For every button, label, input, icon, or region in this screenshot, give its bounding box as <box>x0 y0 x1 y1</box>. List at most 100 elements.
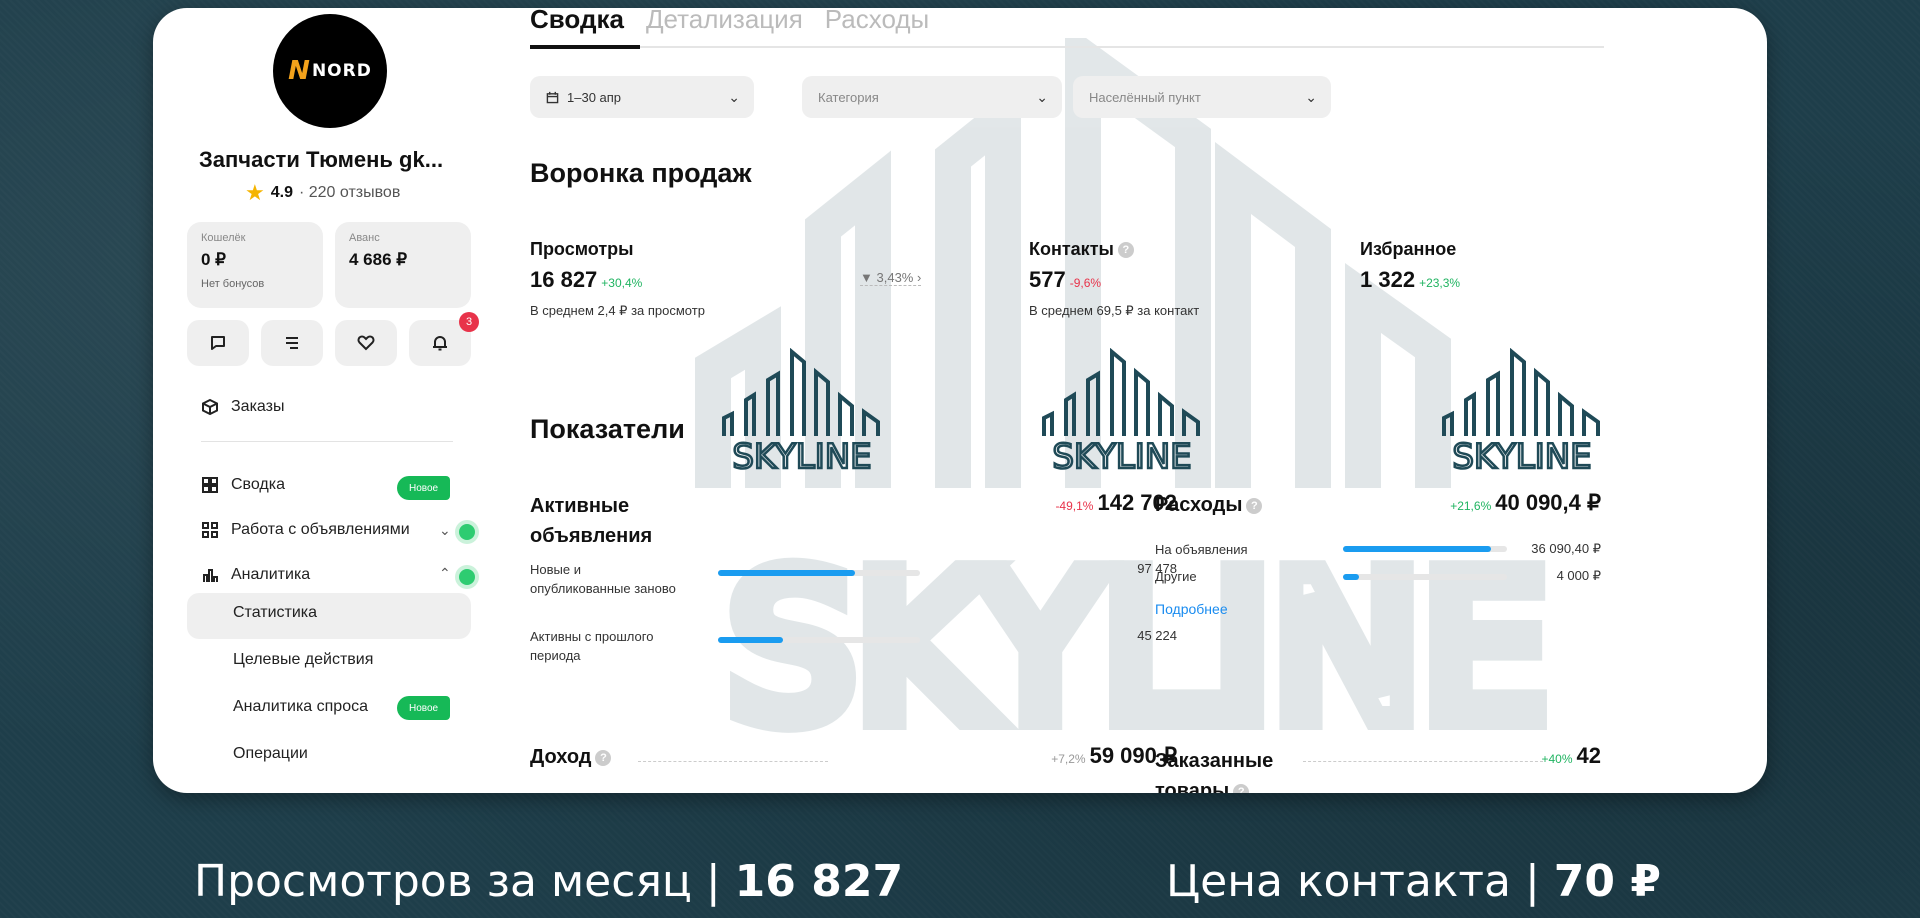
wallet-value: 0 ₽ <box>201 250 226 269</box>
category-filter-placeholder: Категория <box>818 89 879 105</box>
shop-name[interactable]: Запчасти Тюмень gk... <box>199 147 443 173</box>
watermark-skyline-text: SKYLINE <box>1452 437 1591 470</box>
expenses-row-other-bar <box>1343 574 1507 580</box>
favorites-number: 1 322 <box>1360 267 1416 292</box>
notifications-badge: 3 <box>459 312 479 332</box>
wallet-tile[interactable]: Кошелёк 0 ₽ Нет бонусов <box>187 222 323 308</box>
rating-value: 4.9 <box>270 184 293 201</box>
favorites-button[interactable] <box>335 320 397 366</box>
active-ads-row-old-bar <box>718 637 920 643</box>
wallet-note: Нет бонусов <box>201 278 265 290</box>
list-icon <box>286 337 298 349</box>
analytics-icon <box>203 569 218 582</box>
ordered-delta: +40% <box>1541 752 1573 766</box>
star-icon: ★ <box>245 180 265 205</box>
expenses-value: +21,6% 40 090,4 ₽ <box>1446 490 1601 516</box>
expenses-row-ads-label: На объявления <box>1155 542 1248 557</box>
ordered-number: 42 <box>1576 743 1601 768</box>
new-badge: Новое <box>397 476 451 500</box>
active-ads-label: Активные объявления <box>530 495 653 547</box>
help-icon[interactable]: ? <box>1246 497 1263 514</box>
bar-fill <box>1343 574 1360 580</box>
dashboard-icon <box>202 477 218 493</box>
ordered-leader-line <box>1303 761 1543 762</box>
active-ads-delta: -49,1% <box>1055 499 1094 513</box>
help-icon[interactable]: ? <box>1233 783 1250 793</box>
contacts-number: 577 <box>1029 267 1066 292</box>
funnel-title: Воронка продаж <box>530 158 752 188</box>
messages-button[interactable] <box>187 320 249 366</box>
nav-ads-work-label: Работа с объявлениями <box>231 521 410 538</box>
indicators-title: Показатели <box>530 414 685 444</box>
chevron-down-icon[interactable]: ⌄ <box>439 522 451 539</box>
nav-operations[interactable]: Операции <box>233 745 308 763</box>
contacts-label: Контакты? <box>1029 239 1134 260</box>
caption-views: Просмотров за месяц | 16 827 <box>194 856 903 907</box>
contacts-label-text: Контакты <box>1029 239 1114 259</box>
expenses-row-ads-bar <box>1343 546 1507 552</box>
nav-target-actions[interactable]: Целевые действия <box>233 651 373 669</box>
bar-fill <box>1343 546 1491 552</box>
tasks-button[interactable] <box>261 320 323 366</box>
nav-demand-analytics[interactable]: Аналитика спроса <box>233 698 368 716</box>
reviews-count: · 220 отзывов <box>298 184 401 201</box>
expenses-number: 40 090,4 ₽ <box>1495 490 1601 515</box>
caption-views-text: Просмотров за месяц | <box>194 856 721 907</box>
conversion-link[interactable]: ▼ 3,43% › <box>860 270 922 286</box>
expenses-row-other-value: 4 000 ₽ <box>1556 568 1601 583</box>
chat-icon <box>211 336 225 350</box>
locality-filter-placeholder: Населённый пункт <box>1089 89 1201 105</box>
watermark-skyline-text: SKYLINE <box>732 437 871 470</box>
income-delta: +7,2% <box>1051 752 1086 766</box>
help-icon[interactable]: ? <box>1117 242 1134 259</box>
logo-text: NORD <box>311 61 372 81</box>
shop-avatar[interactable]: N NORD <box>273 14 387 128</box>
bell-icon <box>433 336 447 351</box>
ordered-value: +40% 42 <box>1537 743 1601 769</box>
favorites-label: Избранное <box>1360 239 1457 259</box>
category-filter[interactable]: Категория ⌄ <box>802 76 1062 118</box>
active-ads-row-old-value: 45 224 <box>1137 628 1177 643</box>
status-dot <box>459 569 475 585</box>
favorites-value: 1 322 +23,3% <box>1360 267 1460 293</box>
contacts-note: В среднем 69,5 ₽ за контакт <box>1029 303 1200 318</box>
nav-orders[interactable]: Заказы <box>201 398 284 416</box>
nav-analytics[interactable]: Аналитика <box>201 566 310 584</box>
active-ads-row-new-bar <box>718 570 920 576</box>
watermark-skyline-logo: SKYLINE <box>722 348 880 470</box>
bar-fill <box>718 637 783 643</box>
shop-rating[interactable]: ★ 4.9 · 220 отзывов <box>245 180 400 206</box>
grid-icon <box>202 522 218 538</box>
period-filter-value: 1–30 апр <box>567 89 622 105</box>
nav-statistics[interactable]: Статистика <box>233 604 317 622</box>
period-filter[interactable]: 1–30 апр ⌄ <box>530 76 754 118</box>
tab-details[interactable]: Детализация <box>646 8 803 35</box>
nav-statistics-active-bg[interactable] <box>187 593 471 639</box>
logo-mark: N <box>288 56 310 86</box>
notifications-button[interactable]: 3 <box>409 312 479 366</box>
sidebar-divider <box>201 441 453 442</box>
tab-summary[interactable]: Сводка <box>530 8 624 35</box>
expenses-row-ads-value: 36 090,40 ₽ <box>1531 541 1601 556</box>
advance-tile[interactable]: Аванс 4 686 ₽ <box>335 222 471 308</box>
conversion-value: 3,43% <box>876 270 914 285</box>
nav-ads-work[interactable]: Работа с объявлениями <box>201 521 410 539</box>
tabs-divider <box>530 46 1604 48</box>
active-tab-indicator <box>530 45 640 49</box>
income-label-text: Доход <box>530 746 592 768</box>
locality-filter[interactable]: Населённый пункт ⌄ <box>1073 76 1331 118</box>
nav-summary[interactable]: Сводка <box>201 476 285 494</box>
expenses-more-link[interactable]: Подробнее <box>1155 601 1228 617</box>
chevron-down-icon: ⌄ <box>1036 88 1048 105</box>
tab-expenses[interactable]: Расходы <box>825 8 929 35</box>
chevron-up-icon[interactable]: ⌃ <box>439 565 451 582</box>
tabs: Сводка Детализация Расходы <box>530 8 929 35</box>
chevron-down-icon: ⌄ <box>728 88 740 105</box>
active-ads-row-old-label: Активны с прошлого периода <box>530 629 654 663</box>
views-number: 16 827 <box>530 267 598 292</box>
views-value: 16 827 +30,4% <box>530 267 642 293</box>
help-icon[interactable]: ? <box>595 749 612 766</box>
new-badge: Новое <box>397 696 451 720</box>
contacts-value: 577 -9,6% <box>1029 267 1101 293</box>
chevron-right-icon: › <box>917 270 922 285</box>
